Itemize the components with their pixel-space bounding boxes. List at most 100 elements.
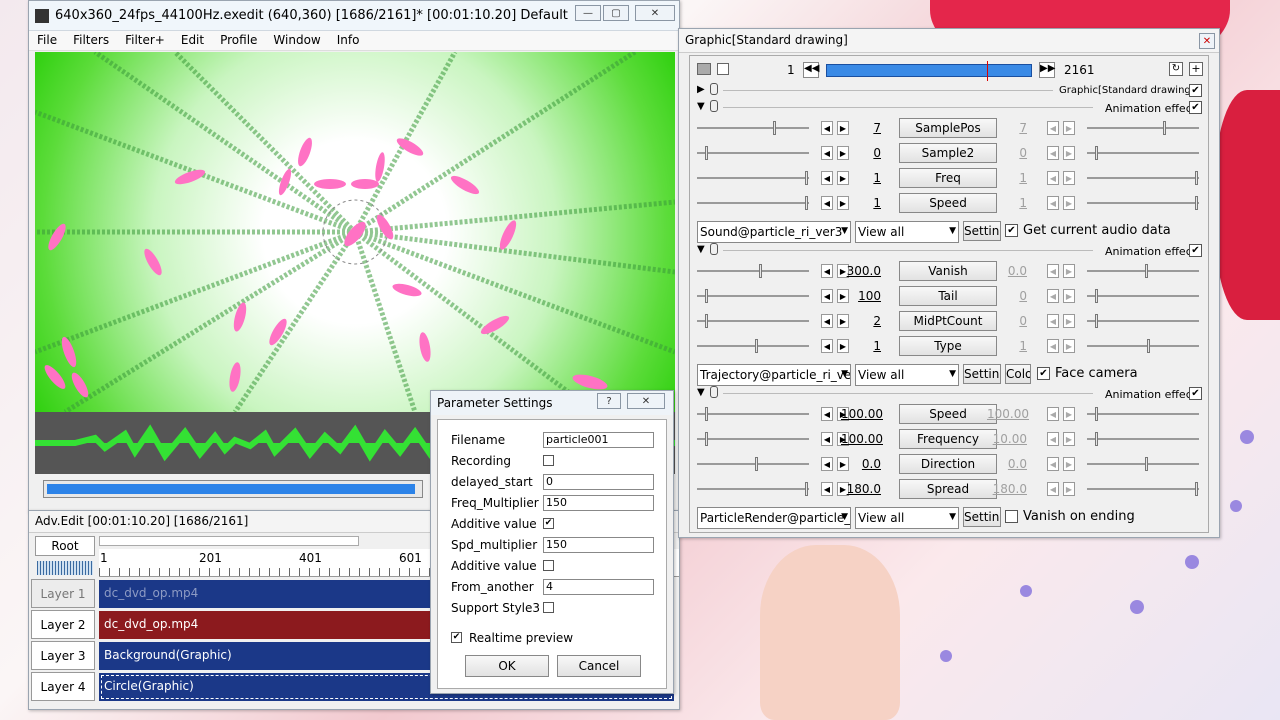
track-slider-left[interactable] — [697, 264, 809, 278]
increment-arrow-icon[interactable]: ▶ — [1063, 264, 1075, 278]
option-checkbox[interactable]: ✔ — [1037, 367, 1050, 380]
decrement-arrow-icon[interactable]: ◀ — [821, 314, 833, 328]
prev-frame-icon[interactable]: ◀◀ — [803, 62, 819, 78]
camera-icon[interactable] — [697, 63, 711, 75]
track-slider-left[interactable] — [697, 432, 809, 446]
track-slider-right[interactable] — [1087, 339, 1199, 353]
decrement-arrow-icon[interactable]: ◀ — [821, 482, 833, 496]
effect-select[interactable]: ParticleRender@particle_ri_ver3▼ — [697, 507, 851, 529]
realtime-preview-checkbox[interactable]: ✔ — [451, 632, 462, 643]
track-value-end[interactable]: 0 — [987, 146, 1027, 160]
track-value-end[interactable]: 7 — [987, 121, 1027, 135]
graphic-enable-checkbox[interactable]: ✔ — [1189, 84, 1202, 97]
timeline-zoom[interactable] — [37, 561, 93, 575]
track-value-start[interactable]: 100 — [841, 289, 881, 303]
track-slider-left[interactable] — [697, 407, 809, 421]
menu-filters[interactable]: Filters — [65, 31, 117, 50]
param-checkbox[interactable] — [543, 455, 554, 466]
track-name-button[interactable]: Speed — [899, 404, 997, 424]
decrement-arrow-icon[interactable]: ◀ — [821, 407, 833, 421]
option-checkbox[interactable]: ✔ — [1005, 224, 1018, 237]
collapse-arrow-icon[interactable]: ▼ — [697, 387, 705, 398]
increment-arrow-icon[interactable]: ▶ — [1063, 121, 1075, 135]
track-slider-right[interactable] — [1087, 432, 1199, 446]
track-name-button[interactable]: Speed — [899, 193, 997, 213]
layer-header-2[interactable]: Layer 2 — [31, 610, 95, 639]
setting-button[interactable]: Setting — [963, 221, 1001, 241]
param-input[interactable]: 150 — [543, 495, 654, 511]
track-name-button[interactable]: Spread — [899, 479, 997, 499]
track-value-start[interactable]: 100.00 — [841, 407, 883, 421]
track-slider-left[interactable] — [697, 121, 809, 135]
track-value-start[interactable]: 7 — [841, 121, 881, 135]
setting-button[interactable]: Setting — [963, 364, 1001, 384]
track-slider-left[interactable] — [697, 339, 809, 353]
cancel-button[interactable]: Cancel — [557, 655, 641, 677]
close-icon[interactable]: ✕ — [635, 5, 675, 21]
video-preview[interactable] — [35, 52, 675, 412]
track-name-button[interactable]: Sample2 — [899, 143, 997, 163]
track-slider-left[interactable] — [697, 171, 809, 185]
track-slider-right[interactable] — [1087, 314, 1199, 328]
animation-effect-checkbox[interactable]: ✔ — [1189, 244, 1202, 257]
track-value-end[interactable]: 0.0 — [987, 457, 1027, 471]
animation-effect-checkbox[interactable]: ✔ — [1189, 101, 1202, 114]
track-value-end[interactable]: 100.00 — [987, 407, 1029, 421]
menu-profile[interactable]: Profile — [212, 31, 265, 50]
track-slider-left[interactable] — [697, 146, 809, 160]
track-value-start[interactable]: 1 — [841, 171, 881, 185]
menu-filter-plus[interactable]: Filter+ — [117, 31, 173, 50]
increment-arrow-icon[interactable]: ▶ — [1063, 314, 1075, 328]
color-button[interactable]: Color — [1005, 364, 1031, 384]
param-input[interactable]: 0 — [543, 474, 654, 490]
increment-arrow-icon[interactable]: ▶ — [1063, 196, 1075, 210]
track-slider-left[interactable] — [697, 457, 809, 471]
track-name-button[interactable]: Tail — [899, 286, 997, 306]
track-value-start[interactable]: 180.0 — [841, 482, 881, 496]
decrement-arrow-icon[interactable]: ◀ — [1047, 314, 1059, 328]
track-value-end[interactable]: 1 — [987, 339, 1027, 353]
param-checkbox[interactable] — [543, 602, 554, 613]
decrement-arrow-icon[interactable]: ◀ — [821, 339, 833, 353]
frame-range-bar[interactable] — [826, 61, 1032, 81]
decrement-arrow-icon[interactable]: ◀ — [821, 457, 833, 471]
help-icon[interactable]: ? — [597, 393, 621, 409]
video-seekbar[interactable] — [43, 480, 423, 498]
track-value-start[interactable]: 0 — [841, 146, 881, 160]
collapse-arrow-icon[interactable]: ▼ — [697, 101, 705, 112]
maximize-icon[interactable]: ▢ — [603, 5, 629, 21]
layer-header-1[interactable]: Layer 1 — [31, 579, 95, 608]
close-icon[interactable]: ✕ — [627, 393, 665, 409]
track-slider-right[interactable] — [1087, 407, 1199, 421]
animation-effect-checkbox[interactable]: ✔ — [1189, 387, 1202, 400]
layer-header-3[interactable]: Layer 3 — [31, 641, 95, 670]
increment-arrow-icon[interactable]: ▶ — [1063, 171, 1075, 185]
track-name-button[interactable]: Direction — [899, 454, 997, 474]
decrement-arrow-icon[interactable]: ◀ — [1047, 196, 1059, 210]
next-frame-icon[interactable]: ▶▶ — [1039, 62, 1055, 78]
track-name-button[interactable]: SamplePos — [899, 118, 997, 138]
track-name-button[interactable]: Frequency — [899, 429, 997, 449]
increment-arrow-icon[interactable]: ▶ — [1063, 432, 1075, 446]
view-select[interactable]: View all ▼ — [855, 507, 959, 529]
track-value-start[interactable]: 0.0 — [841, 457, 881, 471]
increment-arrow-icon[interactable]: ▶ — [1063, 457, 1075, 471]
decrement-arrow-icon[interactable]: ◀ — [1047, 121, 1059, 135]
increment-arrow-icon[interactable]: ▶ — [1063, 146, 1075, 160]
menu-file[interactable]: File — [29, 31, 65, 50]
param-input[interactable]: particle001 — [543, 432, 654, 448]
layer-icon[interactable] — [717, 63, 729, 75]
track-name-button[interactable]: Vanish — [899, 261, 997, 281]
refresh-icon[interactable]: ↻ — [1169, 62, 1183, 76]
track-slider-right[interactable] — [1087, 482, 1199, 496]
graphic-titlebar[interactable]: Graphic[Standard drawing] — [679, 29, 1219, 53]
increment-arrow-icon[interactable]: ▶ — [1063, 407, 1075, 421]
track-slider-right[interactable] — [1087, 196, 1199, 210]
increment-arrow-icon[interactable]: ▶ — [1063, 289, 1075, 303]
decrement-arrow-icon[interactable]: ◀ — [821, 432, 833, 446]
track-value-start[interactable]: 1 — [841, 339, 881, 353]
menu-info[interactable]: Info — [329, 31, 368, 50]
close-icon[interactable]: ✕ — [1199, 33, 1215, 49]
track-value-end[interactable]: 1 — [987, 171, 1027, 185]
track-slider-left[interactable] — [697, 314, 809, 328]
